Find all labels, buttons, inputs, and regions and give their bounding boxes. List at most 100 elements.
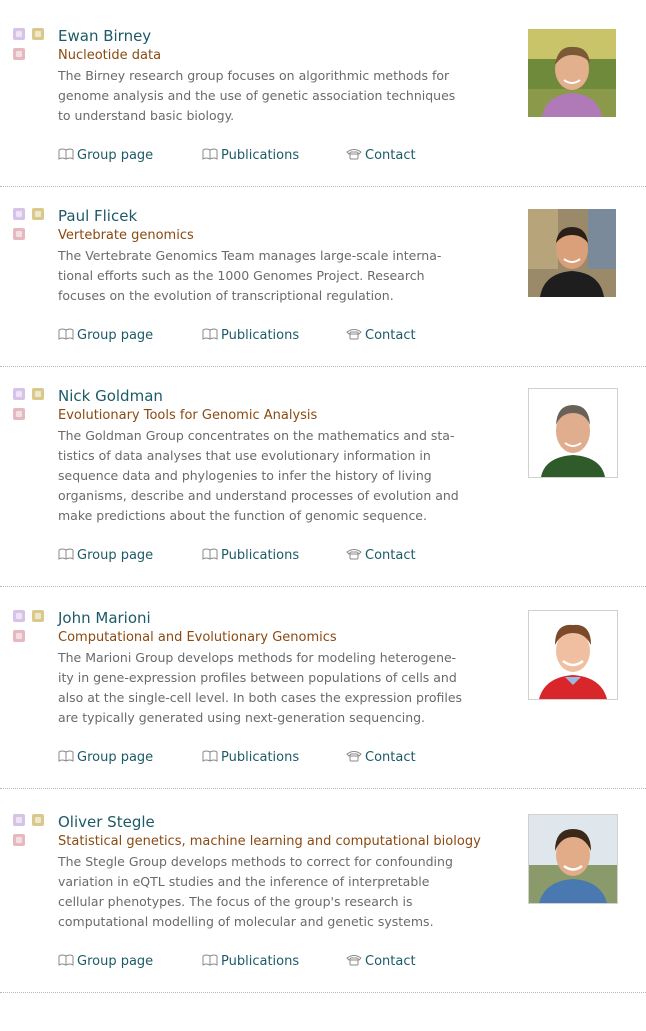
book-icon xyxy=(58,328,74,340)
category-badge-icon[interactable] xyxy=(13,388,25,400)
group-page-link[interactable]: Group page xyxy=(58,326,153,346)
research-topic: Nucleotide data xyxy=(58,48,162,63)
category-icons xyxy=(13,26,47,66)
publications-label: Publications xyxy=(221,750,300,765)
category-badge-icon[interactable] xyxy=(32,388,44,400)
book-icon xyxy=(202,328,218,340)
category-icons xyxy=(13,608,47,648)
category-badge-icon[interactable] xyxy=(13,28,25,40)
description-line: The Stegle Group develops methods to cor… xyxy=(58,854,453,869)
research-topic: Statistical genetics, machine learning a… xyxy=(58,834,481,849)
entry-links: Group page Publications Contact xyxy=(58,146,458,166)
category-badge-icon[interactable] xyxy=(32,814,44,826)
book-icon xyxy=(58,750,74,762)
researcher-entry-5: Oliver Stegle Statistical genetics, mach… xyxy=(0,812,646,972)
category-badge-icon[interactable] xyxy=(13,208,25,220)
researcher-name[interactable]: Oliver Stegle xyxy=(58,812,155,832)
group-page-label: Group page xyxy=(77,954,154,969)
publications-link[interactable]: Publications xyxy=(202,748,299,768)
group-page-label: Group page xyxy=(77,750,154,765)
entry-links: Group page Publications Contact xyxy=(58,952,458,972)
contact-link[interactable]: Contact xyxy=(346,146,416,166)
entry-divider xyxy=(0,788,646,789)
description-line: computational modelling of molecular and… xyxy=(58,914,434,929)
book-icon xyxy=(58,148,74,160)
contact-link[interactable]: Contact xyxy=(346,952,416,972)
phone-icon xyxy=(346,148,362,159)
contact-label: Contact xyxy=(365,328,416,343)
description-line: cellular phenotypes. The focus of the gr… xyxy=(58,894,413,909)
researcher-photo xyxy=(528,388,618,478)
research-description: The Stegle Group develops methods to cor… xyxy=(58,852,483,932)
description-line: organisms, describe and understand proce… xyxy=(58,488,459,503)
category-badge-icon[interactable] xyxy=(13,834,25,846)
phone-icon xyxy=(346,954,362,965)
description-line: are typically generated using next-gener… xyxy=(58,710,426,725)
description-line: to understand basic biology. xyxy=(58,108,235,123)
publications-link[interactable]: Publications xyxy=(202,146,299,166)
phone-icon xyxy=(346,328,362,339)
researcher-name[interactable]: Paul Flicek xyxy=(58,206,137,226)
researcher-name[interactable]: Ewan Birney xyxy=(58,26,151,46)
category-badge-icon[interactable] xyxy=(13,48,25,60)
publications-label: Publications xyxy=(221,148,300,163)
book-icon xyxy=(58,548,74,560)
researcher-entry-4: John Marioni Computational and Evolution… xyxy=(0,608,646,768)
description-line: The Marioni Group develops methods for m… xyxy=(58,650,457,665)
publications-link[interactable]: Publications xyxy=(202,952,299,972)
group-page-link[interactable]: Group page xyxy=(58,546,153,566)
description-line: also at the single-cell level. In both c… xyxy=(58,690,463,705)
group-page-link[interactable]: Group page xyxy=(58,952,153,972)
research-description: The Vertebrate Genomics Team manages lar… xyxy=(58,246,483,306)
researcher-name[interactable]: John Marioni xyxy=(58,608,151,628)
description-line: The Birney research group focuses on alg… xyxy=(58,68,450,83)
publications-label: Publications xyxy=(221,548,300,563)
entry-links: Group page Publications Contact xyxy=(58,326,458,346)
category-badge-icon[interactable] xyxy=(32,610,44,622)
group-page-link[interactable]: Group page xyxy=(58,748,153,768)
book-icon xyxy=(58,954,74,966)
researcher-entry-1: Ewan Birney Nucleotide data The Birney r… xyxy=(0,26,646,166)
group-page-label: Group page xyxy=(77,548,154,563)
group-page-label: Group page xyxy=(77,148,154,163)
category-badge-icon[interactable] xyxy=(13,408,25,420)
publications-link[interactable]: Publications xyxy=(202,546,299,566)
description-line: The Goldman Group concentrates on the ma… xyxy=(58,428,455,443)
publications-link[interactable]: Publications xyxy=(202,326,299,346)
description-line: make predictions about the function of g… xyxy=(58,508,427,523)
contact-link[interactable]: Contact xyxy=(346,546,416,566)
contact-label: Contact xyxy=(365,548,416,563)
entry-divider xyxy=(0,992,646,993)
category-icons xyxy=(13,386,47,426)
description-line: ity in gene-expression profiles between … xyxy=(58,670,457,685)
category-badge-icon[interactable] xyxy=(13,814,25,826)
publications-label: Publications xyxy=(221,328,300,343)
contact-link[interactable]: Contact xyxy=(346,326,416,346)
book-icon xyxy=(202,548,218,560)
researcher-photo xyxy=(528,29,616,117)
category-badge-icon[interactable] xyxy=(32,28,44,40)
research-topic: Computational and Evolutionary Genomics xyxy=(58,630,337,645)
category-badge-icon[interactable] xyxy=(32,208,44,220)
book-icon xyxy=(202,148,218,160)
description-line: variation in eQTL studies and the infere… xyxy=(58,874,430,889)
researcher-photo xyxy=(528,209,616,297)
description-line: focuses on the evolution of transcriptio… xyxy=(58,288,394,303)
description-line: sequence data and phylogenies to infer t… xyxy=(58,468,432,483)
book-icon xyxy=(202,954,218,966)
group-page-label: Group page xyxy=(77,328,154,343)
category-badge-icon[interactable] xyxy=(13,610,25,622)
research-topic: Vertebrate genomics xyxy=(58,228,194,243)
category-badge-icon[interactable] xyxy=(13,630,25,642)
group-page-link[interactable]: Group page xyxy=(58,146,153,166)
category-badge-icon[interactable] xyxy=(13,228,25,240)
researcher-photo xyxy=(528,610,618,700)
entry-links: Group page Publications Contact xyxy=(58,546,458,566)
researcher-entry-3: Nick Goldman Evolutionary Tools for Geno… xyxy=(0,386,646,566)
contact-label: Contact xyxy=(365,750,416,765)
category-icons xyxy=(13,206,47,246)
researcher-name[interactable]: Nick Goldman xyxy=(58,386,163,406)
entry-divider xyxy=(0,586,646,587)
contact-link[interactable]: Contact xyxy=(346,748,416,768)
description-line: tional efforts such as the 1000 Genomes … xyxy=(58,268,425,283)
